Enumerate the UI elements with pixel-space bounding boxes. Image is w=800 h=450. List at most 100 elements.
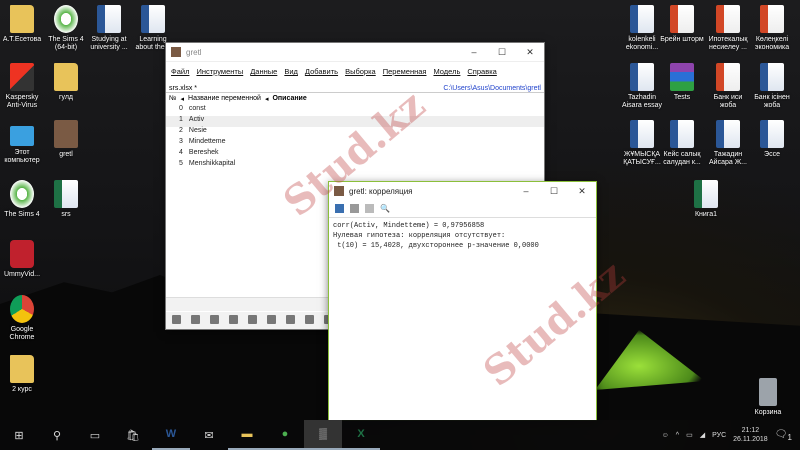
desktop-icon-банк-иси-жоба[interactable]: Банк иси жоба (706, 63, 750, 110)
save-icon[interactable] (335, 204, 344, 213)
ppt-icon (670, 5, 694, 33)
variable-row[interactable]: 3 Mindetteme (166, 138, 544, 149)
beta-icon[interactable] (305, 315, 314, 324)
people-icon[interactable]: ☺ (662, 432, 669, 439)
menu-item-7[interactable]: Модель (433, 67, 460, 76)
desktop-icon-банк-с-нен-жоба[interactable]: Банк ісінен жоба (750, 63, 794, 110)
icon-label: Тажадин Айсара Ж... (708, 151, 747, 166)
desktop-icon-гулд[interactable]: гулд (44, 63, 88, 102)
word-icon (630, 63, 654, 91)
session-icon[interactable] (229, 315, 238, 324)
start-button[interactable]: ⊞ (0, 420, 38, 450)
variable-row[interactable]: 2 Nesie (166, 127, 544, 138)
output-text[interactable]: corr(Activ, Mindetteme) = 0,97956858 Нуле… (329, 218, 596, 254)
desktop-icon-tazhadin-aisara-essay[interactable]: Tazhadin Aisara essay (620, 63, 664, 110)
menu-item-6[interactable]: Переменная (383, 67, 427, 76)
maximize-button[interactable]: ☐ (540, 186, 568, 197)
bin-icon (759, 378, 777, 406)
col-num[interactable]: № (169, 95, 177, 103)
kasp-icon (10, 63, 34, 91)
desktop-icon-эссе[interactable]: Эссе (750, 120, 794, 159)
task-view-button[interactable]: ▭ (76, 420, 114, 450)
search-button[interactable]: ⚲ (38, 420, 76, 450)
explorer-icon[interactable]: ▬ (228, 420, 266, 450)
word-taskbar-icon[interactable]: W (152, 420, 190, 450)
menu-item-5[interactable]: Выборка (345, 67, 376, 76)
chrome-taskbar-icon[interactable]: ● (266, 420, 304, 450)
menu-item-8[interactable]: Справка (467, 67, 496, 76)
word-icon (630, 120, 654, 148)
var-id: 1 (179, 116, 183, 123)
desktop-icon-ж-мыс-а-атысу[interactable]: ЖҰМЫСҚА ҚАТЫСУҒ... (620, 120, 664, 167)
ummy-icon (10, 240, 34, 268)
desktop-icon-брейн-шторм[interactable]: Брейн шторм (660, 5, 704, 44)
variable-row[interactable]: 5 Menshikkapital (166, 160, 544, 171)
calculator-icon[interactable] (172, 315, 181, 324)
maximize-button[interactable]: ☐ (488, 47, 516, 58)
desktop-icon-ummyvid[interactable]: UmmyVid... (0, 240, 44, 279)
menu-item-3[interactable]: Вид (284, 67, 298, 76)
icon-label: The Sims 4 (64-bit) (48, 36, 84, 51)
col-desc[interactable]: Описание (272, 95, 306, 103)
language-indicator[interactable]: РУС (712, 432, 726, 439)
working-dir-path[interactable]: C:\Users\Asus\Documents\gretl (443, 85, 541, 92)
desktop-icon-kaspersky-anti-virus[interactable]: Kaspersky Anti-Virus (0, 63, 44, 110)
show-hidden-icon[interactable]: ^ (676, 432, 679, 439)
wifi-icon[interactable]: ◢ (700, 431, 705, 439)
battery-icon[interactable]: ▭ (686, 431, 693, 439)
excel-icon (54, 180, 78, 208)
edit-icon[interactable] (191, 315, 200, 324)
plot-icon[interactable] (286, 315, 295, 324)
variable-row[interactable]: 0 const (166, 105, 544, 116)
menu-item-4[interactable]: Добавить (305, 67, 338, 76)
close-button[interactable]: ✕ (568, 186, 596, 197)
icon-label: Ипотекалық несиелеу ... (708, 36, 748, 51)
desktop-icon-the-sims-4[interactable]: The Sims 4 (0, 180, 44, 219)
desktop-icon-тажадин-айсара-ж[interactable]: Тажадин Айсара Ж... (706, 120, 750, 167)
copy-icon[interactable] (365, 204, 374, 213)
variable-row[interactable]: 1 Activ (166, 116, 544, 127)
function-icon[interactable] (248, 315, 257, 324)
title-bar[interactable]: gretl – ☐ ✕ (166, 43, 544, 61)
desktop-icon-этот-компьютер[interactable]: Этот компьютер (0, 120, 44, 165)
icon-label: Көлеңкелі экономика (754, 36, 790, 51)
col-name[interactable]: Название переменной (188, 95, 261, 103)
close-button[interactable]: ✕ (516, 47, 544, 58)
desktop-icon-tests[interactable]: Tests (660, 63, 704, 102)
desktop-icon-ипотекалы-несиелеу[interactable]: Ипотекалық несиелеу ... (706, 5, 750, 52)
desktop-icon-корзина[interactable]: Корзина (746, 378, 790, 417)
desktop-icon-книга1[interactable]: Книга1 (684, 180, 728, 219)
desktop-icon-а-т-есетова[interactable]: А.Т.Есетова (0, 5, 44, 44)
menu-item-1[interactable]: Инструменты (196, 67, 243, 76)
desktop-icon-srs[interactable]: srs (44, 180, 88, 219)
desktop-icon-к-ле-кел-экономика[interactable]: Көлеңкелі экономика (750, 5, 794, 52)
gretl-taskbar-icon[interactable]: ▒ (304, 420, 342, 450)
excel-taskbar-icon[interactable]: X (342, 420, 380, 450)
desktop-icon-the-sims-4-64-bit[interactable]: The Sims 4 (64-bit) (44, 5, 88, 52)
menu-item-0[interactable]: Файл (171, 67, 189, 76)
desktop-icon-kolenkeli-ekonomi[interactable]: kolenkeli ekonomi... (620, 5, 664, 52)
desktop-icon-studying-at-university[interactable]: Studying at university ... (87, 5, 131, 52)
ppt-icon (760, 5, 784, 33)
store-icon[interactable]: 🛍 (114, 420, 152, 450)
notifications-icon[interactable]: 🗨1 (775, 429, 792, 442)
variable-row[interactable]: 4 Bereshek (166, 149, 544, 160)
menu-item-2[interactable]: Данные (250, 67, 277, 76)
desktop-icon-2-курс[interactable]: 2 курс (0, 355, 44, 394)
mail-icon[interactable]: ✉ (190, 420, 228, 450)
clock[interactable]: 21:12 26.11.2018 (733, 426, 768, 444)
desktop-icon-кейс-салы-салудан-к[interactable]: Кейс салық салудан к... (660, 120, 704, 167)
minimize-button[interactable]: – (512, 186, 540, 197)
print-icon[interactable] (350, 204, 359, 213)
icon-label: Kaspersky Anti-Virus (5, 94, 39, 109)
icon-label: Studying at university ... (90, 36, 128, 51)
desktop-icon-google-chrome[interactable]: Google Chrome (0, 295, 44, 342)
console-icon[interactable] (210, 315, 219, 324)
minimize-button[interactable]: – (460, 47, 488, 58)
word-icon (141, 5, 165, 33)
desktop-icon-gretl[interactable]: gretl (44, 120, 88, 159)
search-icon[interactable]: 🔍 (380, 204, 390, 213)
matrix-icon[interactable] (267, 315, 276, 324)
word-icon (760, 120, 784, 148)
icon-label: ЖҰМЫСҚА ҚАТЫСУҒ... (623, 151, 661, 166)
